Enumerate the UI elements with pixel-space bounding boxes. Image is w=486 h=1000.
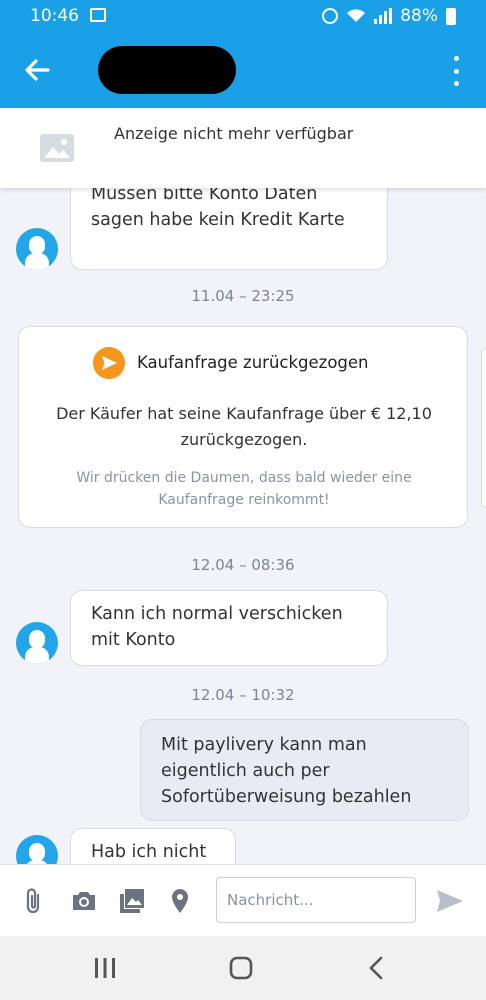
- camera-icon[interactable]: [70, 887, 98, 915]
- back-arrow-icon[interactable]: [22, 54, 54, 86]
- gallery-notification-icon: [90, 8, 106, 22]
- message-incoming[interactable]: Müssen bitte Konto Daten sagen habe kein…: [70, 188, 388, 270]
- message-text: Hab ich nicht: [91, 842, 207, 862]
- home-icon[interactable]: [226, 954, 256, 982]
- app-bar: [0, 32, 486, 108]
- wifi-icon: [347, 9, 366, 22]
- message-text: Müssen bitte Konto Daten sagen habe kein…: [91, 188, 345, 230]
- location-pin-icon[interactable]: [166, 887, 194, 915]
- message-incoming[interactable]: Kann ich normal verschicken mit Konto: [70, 590, 388, 666]
- battery-percent: 88%: [400, 6, 438, 26]
- back-nav-icon[interactable]: [362, 954, 392, 982]
- ad-unavailable-text: Anzeige nicht mehr verfügbar: [114, 124, 354, 143]
- paperclip-icon[interactable]: [20, 887, 48, 915]
- send-icon: [93, 347, 125, 379]
- message-input-bar: [0, 864, 486, 936]
- purchase-request-withdrawn-card: Kaufanfrage zurückgezogen Der Käufer hat…: [18, 326, 468, 528]
- message-outgoing[interactable]: Mit paylivery kann man eigentlich auch p…: [140, 719, 469, 821]
- recent-apps-icon[interactable]: [90, 954, 120, 982]
- more-options-icon[interactable]: [448, 56, 464, 86]
- avatar: [16, 835, 58, 864]
- message-input[interactable]: [216, 877, 416, 923]
- chat-area[interactable]: Müssen bitte Konto Daten sagen habe kein…: [0, 188, 486, 864]
- card-subtext: Wir drücken die Daumen, dass bald wieder…: [76, 470, 412, 508]
- avatar: [16, 622, 58, 664]
- status-time: 10:46: [30, 6, 79, 26]
- timestamp: 11.04 – 23:25: [191, 287, 295, 305]
- timestamp: 12.04 – 08:36: [191, 556, 295, 574]
- status-icons: 88%: [322, 6, 456, 26]
- image-placeholder-icon: [40, 134, 74, 162]
- status-bar: 10:46 88%: [0, 0, 486, 32]
- message-text: Kann ich normal verschicken mit Konto: [91, 604, 343, 650]
- ad-banner[interactable]: Anzeige nicht mehr verfügbar: [0, 108, 486, 188]
- partial-card-edge: [481, 348, 486, 508]
- gallery-icon[interactable]: [118, 887, 146, 915]
- card-text: Der Käufer hat seine Kaufanfrage über € …: [56, 404, 432, 449]
- send-button[interactable]: [434, 885, 466, 917]
- alarm-icon: [322, 8, 339, 24]
- redacted-contact-name: [98, 46, 236, 94]
- message-incoming[interactable]: Hab ich nicht: [70, 828, 236, 864]
- signal-icon: [374, 8, 393, 24]
- timestamp: 12.04 – 10:32: [191, 686, 295, 704]
- card-title: Kaufanfrage zurückgezogen: [137, 353, 369, 372]
- avatar: [16, 228, 58, 270]
- message-text: Mit paylivery kann man eigentlich auch p…: [161, 735, 412, 807]
- system-nav-bar: [0, 936, 486, 1000]
- battery-icon: [446, 7, 456, 25]
